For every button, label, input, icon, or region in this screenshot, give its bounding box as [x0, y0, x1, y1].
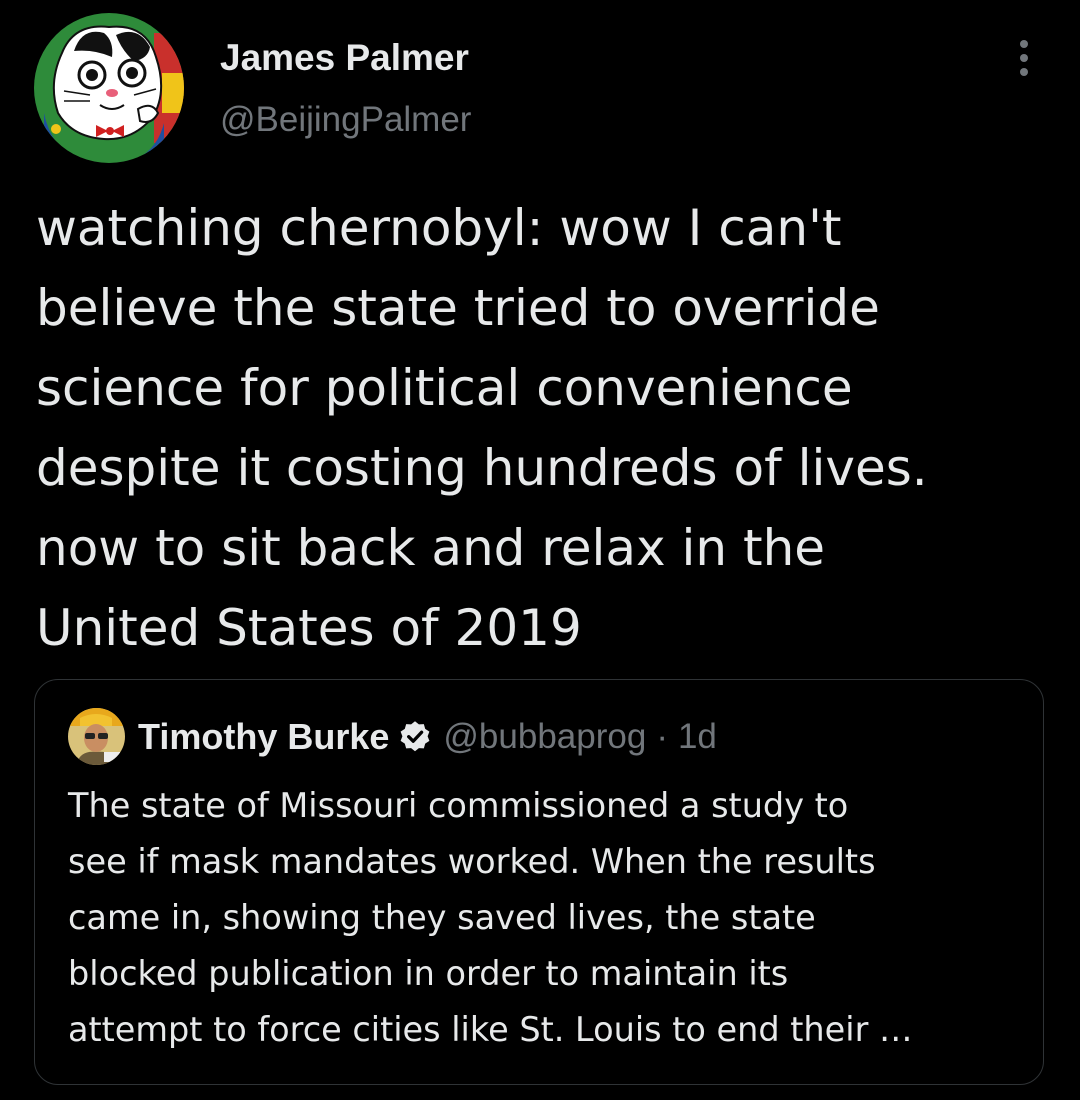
tweet-text-line: believe the state tried to override — [36, 279, 880, 337]
quoted-author-handle[interactable]: @bubbaprog — [443, 717, 646, 757]
quoted-author-name[interactable]: Timothy Burke — [138, 716, 389, 758]
quoted-author-avatar[interactable] — [68, 708, 125, 765]
more-options-icon — [1020, 40, 1028, 76]
quoted-tweet-header: Timothy Burke @bubbaprog · 1d — [138, 714, 717, 760]
author-name[interactable]: James Palmer — [220, 37, 469, 79]
quoted-text-line: attempt to force cities like St. Louis t… — [68, 1010, 913, 1049]
tweet-text-line: watching chernobyl: wow I can't — [36, 199, 842, 257]
quoted-tweet-text: The state of Missouri commissioned a stu… — [68, 778, 1028, 1058]
tweet-text-line: United States of 2019 — [36, 599, 582, 657]
cartoon-cat-avatar-icon — [34, 13, 184, 163]
person-avatar-icon — [68, 708, 125, 765]
quoted-tweet-timestamp[interactable]: 1d — [678, 717, 717, 757]
verified-badge-icon — [397, 719, 433, 755]
tweet-text-line: science for political convenience — [36, 359, 853, 417]
quoted-tweet-card[interactable]: Timothy Burke @bubbaprog · 1d The state … — [34, 679, 1044, 1085]
tweet-text-line: now to sit back and relax in the — [36, 519, 826, 577]
more-options-button[interactable] — [1004, 34, 1044, 82]
tweet-text-line: despite it costing hundreds of lives. — [36, 439, 928, 497]
quoted-text-line: blocked publication in order to maintain… — [68, 954, 789, 993]
quoted-text-line: see if mask mandates worked. When the re… — [68, 842, 876, 881]
tweet: James Palmer @BeijingPalmer watching che… — [0, 0, 1080, 1100]
quoted-text-line: came in, showing they saved lives, the s… — [68, 898, 816, 937]
tweet-text: watching chernobyl: wow I can't believe … — [36, 188, 1046, 668]
author-avatar[interactable] — [34, 13, 184, 163]
author-handle[interactable]: @BeijingPalmer — [220, 100, 471, 140]
quoted-text-line: The state of Missouri commissioned a stu… — [68, 786, 849, 825]
separator-dot: · — [656, 717, 668, 756]
